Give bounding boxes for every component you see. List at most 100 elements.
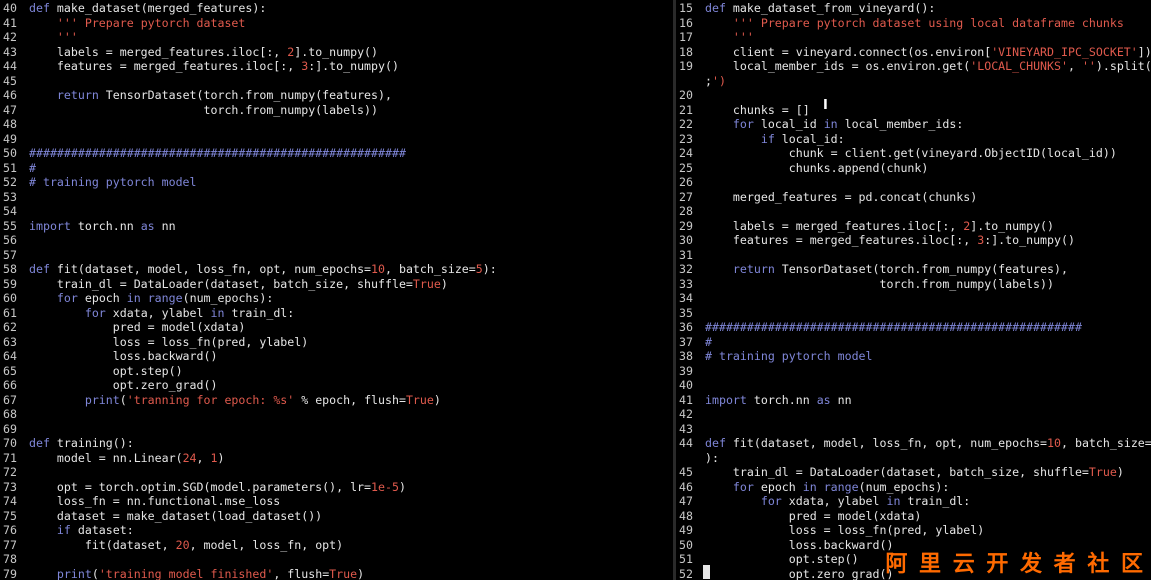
left-code-line[interactable]: 76 if dataset: [0, 523, 134, 538]
code-text[interactable]: ;') [705, 74, 726, 88]
code-text[interactable]: import torch.nn as nn [29, 219, 176, 233]
left-code-line[interactable]: 45 [0, 74, 29, 89]
code-text[interactable]: opt = torch.optim.SGD(model.parameters()… [29, 480, 406, 494]
right-code-line[interactable]: 47 for xdata, ylabel in train_dl: [676, 494, 970, 509]
code-text[interactable]: # training pytorch model [705, 349, 873, 363]
code-text[interactable]: ''' Prepare pytorch dataset using local … [705, 16, 1124, 30]
code-text[interactable]: def make_dataset(merged_features): [29, 1, 266, 15]
left-code-line[interactable]: 70 def training(): [0, 436, 134, 451]
code-text[interactable]: model = nn.Linear(24, 1) [29, 451, 225, 465]
code-text[interactable]: chunk = client.get(vineyard.ObjectID(loc… [705, 146, 1117, 160]
left-code-line[interactable]: 53 [0, 190, 29, 205]
code-text[interactable]: ''' [705, 30, 754, 44]
left-code-line[interactable]: 71 model = nn.Linear(24, 1) [0, 451, 224, 466]
code-text[interactable]: torch.from_numpy(labels)) [705, 277, 1055, 291]
code-text[interactable]: def fit(dataset, model, loss_fn, opt, nu… [705, 436, 1151, 450]
right-code-line[interactable]: 27 merged_features = pd.concat(chunks) [676, 190, 977, 205]
code-text[interactable]: labels = merged_features.iloc[:, 2].to_n… [29, 45, 378, 59]
code-text[interactable]: labels = merged_features.iloc[:, 2].to_n… [705, 219, 1054, 233]
code-text[interactable]: for epoch in range(num_epochs): [29, 291, 273, 305]
left-code-line[interactable]: 54 [0, 204, 29, 219]
right-code-line[interactable]: 29 labels = merged_features.iloc[:, 2].t… [676, 219, 1054, 234]
right-code-line[interactable]: 50 loss.backward() [676, 538, 893, 553]
left-code-line[interactable]: 55 import torch.nn as nn [0, 219, 176, 234]
code-text[interactable]: features = merged_features.iloc[:, 3:].t… [705, 233, 1075, 247]
left-code-line[interactable]: 58 def fit(dataset, model, loss_fn, opt, … [0, 262, 497, 277]
right-code-line[interactable]: 36 ######################################… [676, 320, 1082, 335]
left-code-line[interactable]: 69 [0, 422, 29, 437]
right-code-line[interactable]: 23 if local_id: [676, 132, 845, 147]
code-text[interactable]: ''' [29, 30, 78, 44]
code-text[interactable]: loss = loss_fn(pred, ylabel) [29, 335, 308, 349]
right-code-line[interactable]: 19 local_member_ids = os.environ.get('LO… [676, 59, 1151, 74]
left-code-line[interactable]: 48 [0, 117, 29, 132]
code-text[interactable]: return TensorDataset(torch.from_numpy(fe… [29, 88, 392, 102]
right-code-line[interactable]: 24 chunk = client.get(vineyard.ObjectID(… [676, 146, 1117, 161]
right-code-line[interactable]: 20 [676, 88, 705, 103]
right-code-line[interactable]: 45 train_dl = DataLoader(dataset, batch_… [676, 465, 1124, 480]
code-text[interactable]: print('training model finished', flush=T… [29, 567, 364, 580]
right-code-line[interactable]: 15 def make_dataset_from_vineyard(): [676, 1, 935, 16]
left-code-line[interactable]: 50 ######################################… [0, 146, 406, 161]
left-code-line[interactable]: 63 loss = loss_fn(pred, ylabel) [0, 335, 308, 350]
code-text[interactable]: train_dl = DataLoader(dataset, batch_siz… [29, 277, 448, 291]
code-text[interactable]: return TensorDataset(torch.from_numpy(fe… [705, 262, 1068, 276]
code-text[interactable]: ): [705, 451, 719, 465]
code-text[interactable]: opt.zero_grad() [705, 567, 894, 580]
left-code-line[interactable]: 72 [0, 465, 29, 480]
right-editor-pane[interactable]: 15 def make_dataset_from_vineyard(): 16 ''… [676, 0, 1151, 580]
code-text[interactable]: client = vineyard.connect(os.environ['VI… [705, 45, 1151, 59]
left-code-line[interactable]: 43 labels = merged_features.iloc[:, 2].t… [0, 45, 378, 60]
right-code-line[interactable]: 41 import torch.nn as nn [676, 393, 852, 408]
code-text[interactable]: chunks.append(chunk) [705, 161, 929, 175]
code-text[interactable]: if local_id: [705, 132, 845, 146]
right-code-line[interactable]: ): [676, 451, 719, 466]
left-code-line[interactable]: 57 [0, 248, 29, 263]
right-code-line[interactable]: 37 # [676, 335, 712, 350]
right-code-line[interactable]: 38 # training pytorch model [676, 349, 873, 364]
right-code-line[interactable]: 35 [676, 306, 705, 321]
code-text[interactable]: pred = model(xdata) [705, 509, 922, 523]
right-code-line[interactable]: 26 [676, 175, 705, 190]
code-text[interactable]: train_dl = DataLoader(dataset, batch_siz… [705, 465, 1124, 479]
code-text[interactable]: for xdata, ylabel in train_dl: [29, 306, 294, 320]
left-code-line[interactable]: 79 print('training model finished', flus… [0, 567, 364, 580]
right-code-line[interactable]: 48 pred = model(xdata) [676, 509, 921, 524]
left-code-line[interactable]: 40 def make_dataset(merged_features): [0, 1, 266, 16]
left-code-line[interactable]: 52 # training pytorch model [0, 175, 197, 190]
left-code-line[interactable]: 60 for epoch in range(num_epochs): [0, 291, 273, 306]
left-code-line[interactable]: 61 for xdata, ylabel in train_dl: [0, 306, 294, 321]
right-code-line[interactable]: 42 [676, 407, 705, 422]
code-text[interactable]: opt.step() [29, 364, 183, 378]
code-text[interactable]: # [29, 161, 36, 175]
right-code-line[interactable]: 43 [676, 422, 705, 437]
left-code-line[interactable]: 77 fit(dataset, 20, model, loss_fn, opt) [0, 538, 343, 553]
code-text[interactable]: opt.step() [705, 552, 859, 566]
code-text[interactable]: local_member_ids = os.environ.get('LOCAL… [705, 59, 1151, 73]
left-code-line[interactable]: 41 ''' Prepare pytorch dataset [0, 16, 245, 31]
left-code-line[interactable]: 42 ''' [0, 30, 78, 45]
left-code-line[interactable]: 64 loss.backward() [0, 349, 217, 364]
code-text[interactable]: merged_features = pd.concat(chunks) [705, 190, 977, 204]
code-text[interactable]: opt.zero_grad() [29, 378, 218, 392]
left-code-line[interactable]: 74 loss_fn = nn.functional.mse_loss [0, 494, 280, 509]
code-text[interactable]: loss.backward() [705, 538, 894, 552]
code-text[interactable]: loss.backward() [29, 349, 218, 363]
left-code-line[interactable]: 59 train_dl = DataLoader(dataset, batch_… [0, 277, 448, 292]
right-code-line[interactable]: 32 return TensorDataset(torch.from_numpy… [676, 262, 1068, 277]
code-text[interactable]: loss = loss_fn(pred, ylabel) [705, 523, 984, 537]
code-text[interactable]: fit(dataset, 20, model, loss_fn, opt) [29, 538, 343, 552]
right-code-line[interactable]: 18 client = vineyard.connect(os.environ[… [676, 45, 1151, 60]
right-code-line[interactable]: 16 ''' Prepare pytorch dataset using loc… [676, 16, 1124, 31]
code-text[interactable]: ''' Prepare pytorch dataset [29, 16, 245, 30]
code-text[interactable]: def fit(dataset, model, loss_fn, opt, nu… [29, 262, 497, 276]
code-text[interactable]: import torch.nn as nn [705, 393, 852, 407]
code-text[interactable]: chunks = [] [705, 103, 810, 117]
right-code-line[interactable]: 33 torch.from_numpy(labels)) [676, 277, 1054, 292]
code-text[interactable]: ########################################… [705, 320, 1082, 334]
right-code-line[interactable]: 22 for local_id in local_member_ids: [676, 117, 963, 132]
left-code-line[interactable]: 65 opt.step() [0, 364, 183, 379]
right-code-line[interactable]: 39 [676, 364, 705, 379]
code-text[interactable]: ########################################… [29, 146, 406, 160]
left-code-line[interactable]: 73 opt = torch.optim.SGD(model.parameter… [0, 480, 406, 495]
